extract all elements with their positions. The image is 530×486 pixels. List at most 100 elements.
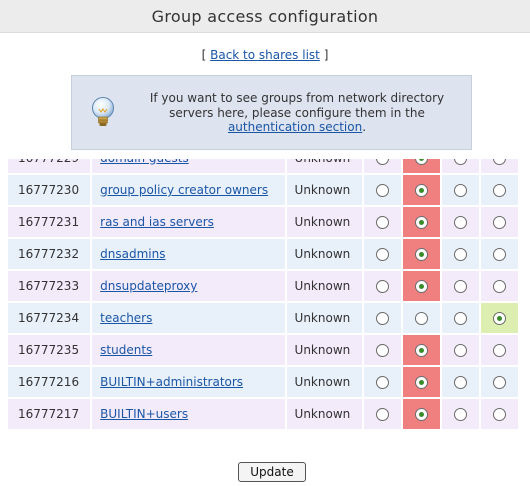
access-option-cell[interactable] — [362, 174, 403, 207]
access-option-cell[interactable] — [479, 159, 520, 175]
access-radio-2[interactable] — [414, 184, 428, 197]
group-name-cell: ras and ias servers — [91, 206, 287, 239]
access-radio-4[interactable] — [492, 344, 506, 357]
group-name-link[interactable]: teachers — [100, 311, 152, 325]
access-option-cell[interactable] — [401, 174, 442, 207]
access-radio-1[interactable] — [375, 248, 389, 261]
access-radio-3[interactable] — [453, 216, 467, 229]
access-radio-4[interactable] — [492, 280, 506, 293]
group-status: Unknown — [285, 206, 364, 239]
group-name-link[interactable]: ras and ias servers — [100, 215, 214, 229]
group-name-link[interactable]: dnsupdateproxy — [100, 279, 197, 293]
access-radio-2[interactable] — [414, 216, 428, 229]
access-radio-4[interactable] — [492, 312, 506, 325]
access-option-cell[interactable] — [362, 334, 403, 367]
group-id: 16777230 — [8, 174, 93, 207]
access-option-cell[interactable] — [479, 174, 520, 207]
access-radio-1[interactable] — [375, 376, 389, 389]
access-option-cell[interactable] — [440, 238, 481, 271]
access-option-cell[interactable] — [362, 398, 403, 431]
access-option-cell[interactable] — [479, 366, 520, 399]
access-radio-3[interactable] — [453, 376, 467, 389]
access-radio-3[interactable] — [453, 184, 467, 197]
access-option-cell[interactable] — [479, 334, 520, 367]
access-option-cell[interactable] — [401, 302, 442, 335]
group-name-link[interactable]: group policy creator owners — [100, 183, 268, 197]
access-option-cell[interactable] — [479, 206, 520, 239]
access-radio-4[interactable] — [492, 248, 506, 261]
access-option-cell[interactable] — [401, 159, 442, 175]
group-status: Unknown — [285, 270, 364, 303]
access-option-cell[interactable] — [362, 302, 403, 335]
access-option-cell[interactable] — [362, 366, 403, 399]
access-radio-4[interactable] — [492, 408, 506, 421]
group-name-link[interactable]: students — [100, 343, 152, 357]
access-option-cell[interactable] — [440, 206, 481, 239]
group-status: Unknown — [285, 334, 364, 367]
access-option-cell[interactable] — [401, 238, 442, 271]
group-id: 16777233 — [8, 270, 93, 303]
group-id: 16777232 — [8, 238, 93, 271]
access-radio-4[interactable] — [492, 184, 506, 197]
group-id: 16777229 — [8, 159, 93, 175]
access-radio-1[interactable] — [375, 280, 389, 293]
access-option-cell[interactable] — [440, 398, 481, 431]
access-radio-2[interactable] — [414, 312, 428, 325]
access-radio-2[interactable] — [414, 376, 428, 389]
access-radio-3[interactable] — [453, 248, 467, 261]
access-radio-3[interactable] — [453, 408, 467, 421]
access-radio-1[interactable] — [375, 216, 389, 229]
access-option-cell[interactable] — [440, 334, 481, 367]
access-radio-2[interactable] — [414, 344, 428, 357]
lightbulb-icon — [92, 97, 114, 126]
access-radio-2[interactable] — [414, 280, 428, 293]
access-option-cell[interactable] — [401, 270, 442, 303]
access-radio-1[interactable] — [375, 312, 389, 325]
table-row: 16777234 teachers Unknown — [8, 302, 520, 335]
access-radio-1[interactable] — [375, 184, 389, 197]
access-radio-3[interactable] — [453, 344, 467, 357]
access-option-cell[interactable] — [401, 206, 442, 239]
access-radio-1[interactable] — [375, 344, 389, 357]
access-radio-2[interactable] — [414, 408, 428, 421]
access-radio-1[interactable] — [375, 408, 389, 421]
group-name-link[interactable]: dnsadmins — [100, 247, 165, 261]
info-message: If you want to see groups from network d… — [132, 91, 462, 135]
group-name-cell: dnsadmins — [91, 238, 287, 271]
access-option-cell[interactable] — [362, 238, 403, 271]
access-option-cell[interactable] — [479, 270, 520, 303]
access-option-cell[interactable] — [440, 302, 481, 335]
authentication-section-link[interactable]: authentication section — [228, 120, 362, 134]
access-option-cell[interactable] — [362, 270, 403, 303]
access-radio-2[interactable] — [414, 248, 428, 261]
access-option-cell[interactable] — [401, 366, 442, 399]
access-radio-2[interactable] — [414, 159, 428, 165]
access-radio-4[interactable] — [492, 376, 506, 389]
access-radio-3[interactable] — [453, 312, 467, 325]
group-name-link[interactable]: BUILTIN+administrators — [100, 375, 243, 389]
update-button[interactable]: Update — [238, 462, 306, 482]
access-option-cell[interactable] — [362, 159, 403, 175]
group-name-link[interactable]: domain guests — [100, 159, 189, 165]
access-radio-4[interactable] — [492, 159, 506, 165]
access-option-cell[interactable] — [401, 398, 442, 431]
groups-table-scroll[interactable]: 16777229 domain guests Unknown 16777230 grou… — [8, 159, 520, 447]
access-option-cell[interactable] — [479, 398, 520, 431]
access-radio-3[interactable] — [453, 159, 467, 165]
access-option-cell[interactable] — [479, 302, 520, 335]
access-option-cell[interactable] — [440, 159, 481, 175]
access-option-cell[interactable] — [479, 238, 520, 271]
access-option-cell[interactable] — [362, 206, 403, 239]
group-name-link[interactable]: BUILTIN+users — [100, 407, 188, 421]
group-name-cell: group policy creator owners — [91, 174, 287, 207]
access-radio-3[interactable] — [453, 280, 467, 293]
access-option-cell[interactable] — [401, 334, 442, 367]
access-radio-4[interactable] — [492, 216, 506, 229]
back-to-shares-link[interactable]: Back to shares list — [210, 48, 320, 62]
access-option-cell[interactable] — [440, 270, 481, 303]
page-title: Group access configuration — [0, 0, 530, 33]
access-option-cell[interactable] — [440, 174, 481, 207]
access-option-cell[interactable] — [440, 366, 481, 399]
access-radio-1[interactable] — [375, 159, 389, 165]
table-row: 16777231 ras and ias servers Unknown — [8, 206, 520, 239]
